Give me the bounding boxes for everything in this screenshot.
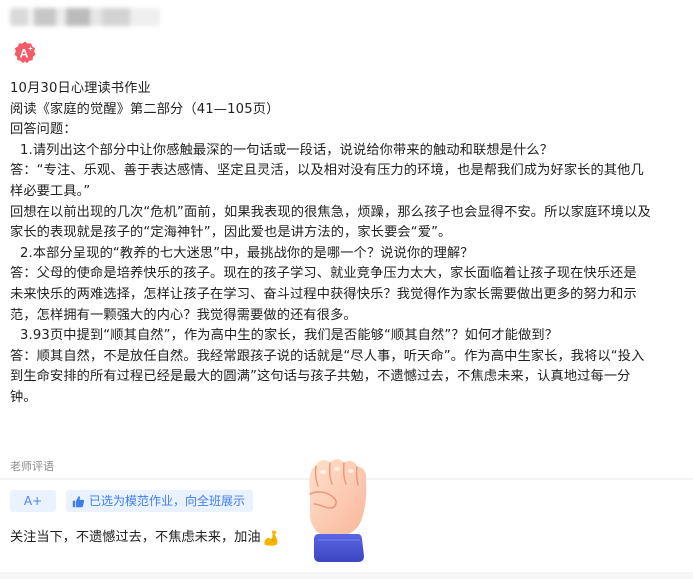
answer-2-line-1: 答：父母的使命是培养快乐的孩子。现在的孩子学习、就业竞争压力太大，家长面临着让孩…: [10, 266, 637, 282]
question-1: 1.请列出这个部分中让你感触最深的一句话或一段话，说说给你带来的触动和联想是什么…: [20, 142, 554, 158]
answer-1-line-2: 样必要工具。”: [10, 183, 91, 199]
blurred-username: [10, 8, 160, 26]
teacher-comment: 关注当下，不遗憾过去，不焦虑未来，加油: [10, 528, 280, 548]
homework-title: 10月30日心理读书作业: [10, 81, 151, 96]
raised-fist-sticker: [309, 459, 367, 562]
svg-text:A: A: [20, 47, 29, 61]
answer-1-line-3: 回想在以前出现的几次“危机”面前，如果我表现的很焦急，烦躁，那么孩子也会显得不安…: [10, 204, 651, 220]
bottom-bar: [0, 572, 693, 579]
question-2: 2.本部分呈现的“教养的七大迷思”中，最挑战你的是哪一个？说说你的理解？: [20, 245, 474, 261]
flexed-biceps-icon: [263, 530, 278, 546]
answer-2-line-2: 未来快乐的两难选择，怎样让孩子在学习、奋斗过程中获得快乐？我觉得作为家长需要做出…: [10, 286, 637, 302]
answer-3-line-1: 答：顺其自然，不是放任自然。我经常跟孩子说的话就是“尽人事，听天命”。作为高中生…: [10, 348, 645, 364]
homework-subtitle: 阅读《家庭的觉醒》第二部分（41—105页）: [10, 101, 280, 117]
homework-content: 10月30日心理读书作业 阅读《家庭的觉醒》第二部分（41—105页） 回答问题…: [10, 79, 686, 409]
answer-2-line-3: 范，怎样拥有一颗强大的内心？我觉得需要做的还有很多。: [10, 307, 357, 323]
teacher-comment-text: 关注当下，不遗憾过去，不焦虑未来，加油: [10, 530, 261, 545]
model-homework-chip[interactable]: 已选为模范作业，向全班展示: [66, 490, 254, 512]
thumbs-up-icon: [72, 495, 85, 507]
question-3: 3.93页中提到“顺其自然”，作为高中生的家长，我们是否能够“顺其自然”？如何才…: [20, 328, 559, 344]
answer-1-line-1: 答：“专注、乐观、善于表达感情、坚定且灵活，以及相对没有压力的环境，也是帮我们成…: [10, 163, 644, 179]
answer-3-line-3: 钟。: [10, 389, 37, 405]
svg-text:+: +: [28, 46, 32, 53]
model-homework-label: 已选为模范作业，向全班展示: [89, 494, 246, 508]
answer-label: 回答问题：: [10, 122, 77, 138]
teacher-review-label: 老师评语: [10, 460, 54, 473]
answer-1-line-4: 家长的表现就是孩子的“定海神针”，因此爱也是讲方法的，家长要会“爱”。: [10, 225, 452, 241]
grade-chip[interactable]: A+: [10, 490, 56, 512]
grade-a-plus-icon: A +: [14, 41, 36, 64]
answer-3-line-2: 到生命安排的所有过程已经是最大的圆满”这句话与孩子共勉，不遗憾过去，不焦虑未来，…: [10, 369, 631, 385]
